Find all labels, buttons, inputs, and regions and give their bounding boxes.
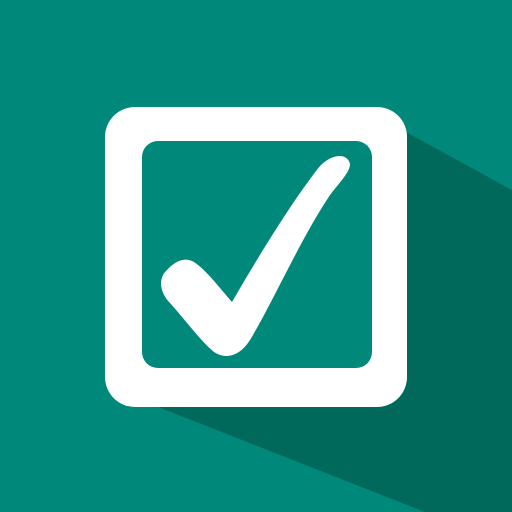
app-icon[interactable] [0,0,512,512]
checkbox-checked-icon [0,0,512,512]
